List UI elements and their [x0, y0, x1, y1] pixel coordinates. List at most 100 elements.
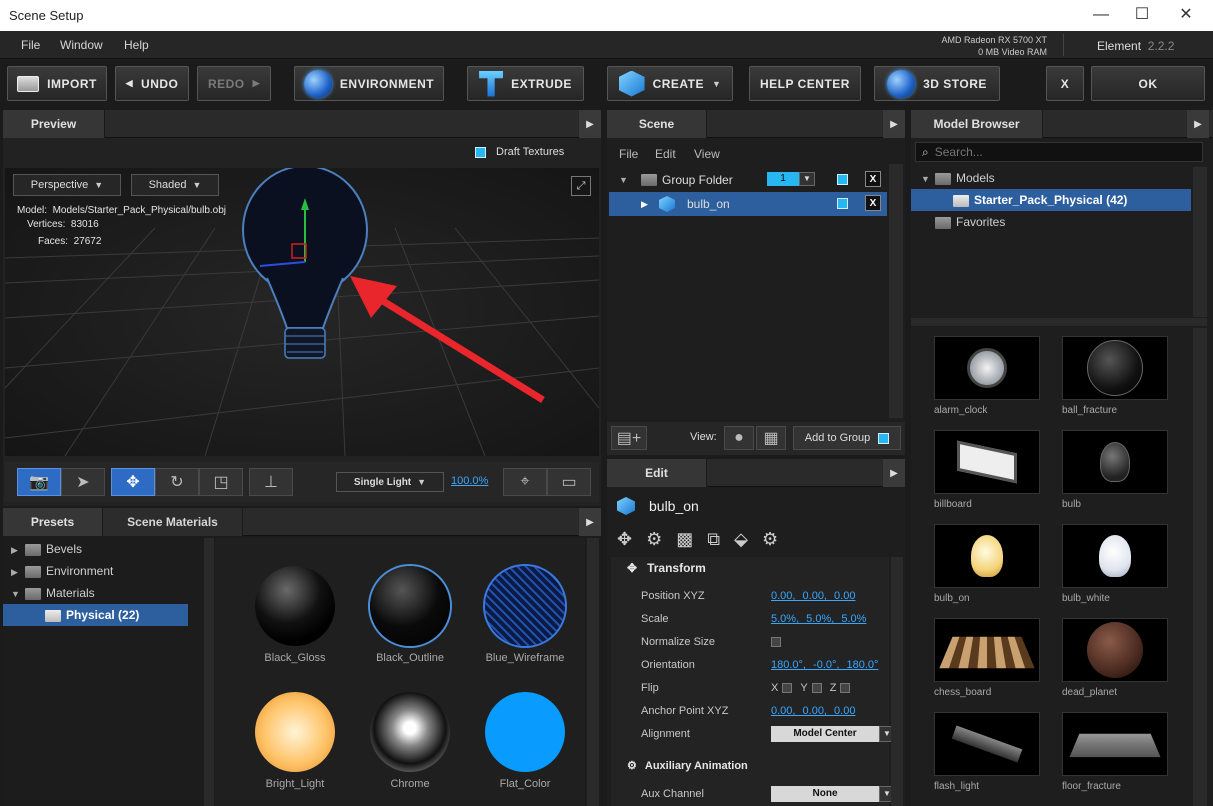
cancel-x-button[interactable]: X [1046, 66, 1084, 101]
tree-item-materials[interactable]: ▼ Materials [3, 582, 203, 604]
tree-item-bevels[interactable]: ▶ Bevels [3, 538, 203, 560]
material-chrome[interactable]: Chrome [350, 692, 470, 790]
environment-button[interactable]: ENVIRONMENT [294, 66, 444, 101]
delete-item-button[interactable]: X [865, 195, 881, 211]
sphere-view-icon[interactable]: ● [724, 426, 754, 450]
model-alarm-clock[interactable]: alarm_clock [934, 336, 1040, 416]
settings-gear-icon[interactable]: ⚙ [762, 529, 778, 550]
material-icon[interactable]: ▩ [676, 529, 693, 550]
panel-menu-arrow-icon[interactable]: ▶ [883, 110, 905, 138]
model-floor-fracture[interactable]: floor_fracture [1062, 712, 1168, 792]
tab-model-browser[interactable]: Model Browser [911, 110, 1043, 138]
transform-section[interactable]: ✥ Transform [627, 561, 706, 575]
mesh-icon[interactable]: ⧉ [707, 529, 720, 550]
expand-viewport-icon[interactable]: ⤢ [571, 176, 591, 196]
panel-menu-arrow-icon[interactable]: ▶ [883, 459, 905, 487]
group-number[interactable]: 1 [767, 172, 799, 186]
axis-icon[interactable]: ⊥ [249, 468, 293, 496]
extrude-button[interactable]: EXTRUDE [467, 66, 584, 101]
model-ball-fracture[interactable]: ball_fracture [1062, 336, 1168, 416]
texture-view-icon[interactable]: ▦ [756, 426, 786, 450]
aux-animation-section[interactable]: ⚙ Auxiliary Animation [627, 759, 748, 772]
splitter[interactable] [911, 318, 1207, 326]
search-box[interactable]: ⌕ [915, 142, 1203, 162]
normalize-checkbox[interactable] [771, 637, 781, 647]
material-bright-light[interactable]: Bright_Light [235, 692, 355, 790]
model-billboard[interactable]: billboard [934, 430, 1040, 510]
orientation-value[interactable]: 180.0°, -0.0°, 180.0° [771, 659, 878, 671]
tab-presets[interactable]: Presets [3, 508, 103, 536]
viewport-3d[interactable]: Perspective ▼ Shaded ▼ ⤢ Model: Models/Sta… [5, 168, 599, 456]
visibility-checkbox[interactable] [837, 174, 848, 185]
caret-down-icon[interactable]: ▼ [799, 172, 815, 186]
tree-item-environment[interactable]: ▶ Environment [3, 560, 203, 582]
scale-value[interactable]: 5.0%, 5.0%, 5.0% [771, 613, 866, 625]
materials-scrollbar[interactable] [587, 538, 599, 806]
tab-preview[interactable]: Preview [3, 110, 105, 138]
tree-item-models[interactable]: ▼ Models [911, 167, 1191, 189]
zoom-level[interactable]: 100.0% [451, 475, 488, 487]
material-blue-wireframe[interactable]: Blue_Wireframe [465, 566, 585, 664]
gears-icon[interactable]: ⚙ [646, 529, 662, 550]
draft-textures-checkbox[interactable] [475, 146, 486, 158]
delete-group-button[interactable]: X [865, 171, 881, 187]
panel-menu-arrow-icon[interactable]: ▶ [579, 110, 601, 138]
scene-item-bulb-on[interactable]: ▶ bulb_on X [609, 192, 887, 216]
close-window-button[interactable]: ✕ [1166, 0, 1206, 31]
material-black-outline[interactable]: Black_Outline [350, 566, 470, 664]
aux-channel-select[interactable]: None [771, 786, 879, 802]
model-bulb-white[interactable]: bulb_white [1062, 524, 1168, 604]
lighting-dropdown[interactable]: Single Light ▼ [336, 472, 444, 492]
anchor-value[interactable]: 0.00, 0.00, 0.00 [771, 705, 855, 717]
panel-menu-arrow-icon[interactable]: ▶ [579, 508, 601, 536]
bevel-icon[interactable]: ⬙ [734, 529, 748, 550]
material-flat-color[interactable]: Flat_Color [465, 692, 585, 790]
menu-file[interactable]: File [21, 38, 40, 52]
scene-menu-edit[interactable]: Edit [655, 147, 676, 161]
menu-window[interactable]: Window [60, 38, 103, 52]
tree-item-starter-pack[interactable]: Starter_Pack_Physical (42) [911, 189, 1191, 211]
transform-icon[interactable]: ✥ [617, 529, 632, 550]
model-flash-light[interactable]: flash_light [934, 712, 1040, 792]
model-chess-board[interactable]: chess_board [934, 618, 1040, 698]
create-button[interactable]: CREATE ▼ [607, 66, 733, 101]
shading-dropdown[interactable]: Shaded ▼ [131, 174, 219, 196]
position-value[interactable]: 0.00, 0.00, 0.00 [771, 590, 855, 602]
model-bulb[interactable]: bulb [1062, 430, 1168, 510]
screen-icon[interactable]: ▭ [547, 468, 591, 496]
tab-scene-materials[interactable]: Scene Materials [103, 508, 243, 536]
scene-scrollbar[interactable] [889, 164, 903, 418]
group-folder-row[interactable]: ▼ Group Folder 1 ▼ X [609, 168, 887, 192]
import-button[interactable]: IMPORT [7, 66, 107, 101]
tab-edit[interactable]: Edit [607, 459, 707, 487]
splitter[interactable] [204, 538, 214, 806]
model-dead-planet[interactable]: dead_planet [1062, 618, 1168, 698]
crosshair-icon[interactable]: ⌖ [503, 468, 547, 496]
redo-button[interactable]: REDO ▶ [197, 66, 271, 101]
flip-toggles[interactable]: XYZ [771, 682, 858, 694]
select-pointer-icon[interactable]: ➤ [61, 468, 105, 496]
menu-help[interactable]: Help [124, 38, 149, 52]
scale-icon[interactable]: ◳ [199, 468, 243, 496]
maximize-button[interactable]: ☐ [1122, 0, 1162, 31]
visibility-checkbox[interactable] [837, 198, 848, 209]
ok-button[interactable]: OK [1091, 66, 1205, 101]
alignment-select[interactable]: Model Center [771, 726, 879, 742]
draft-textures-toggle[interactable]: Draft Textures [475, 146, 564, 158]
model-bulb-on[interactable]: bulb_on [934, 524, 1040, 604]
models-scrollbar[interactable] [1193, 328, 1207, 806]
expand-icon[interactable]: ▶ [641, 199, 655, 210]
undo-button[interactable]: ◀ UNDO [115, 66, 189, 101]
minimize-button[interactable]: — [1081, 0, 1121, 31]
scene-menu-view[interactable]: View [694, 147, 720, 161]
search-input[interactable] [934, 145, 1185, 159]
tree-item-favorites[interactable]: Favorites [911, 211, 1191, 233]
projection-dropdown[interactable]: Perspective ▼ [13, 174, 121, 196]
rotate-icon[interactable]: ↻ [155, 468, 199, 496]
panel-menu-arrow-icon[interactable]: ▶ [1187, 110, 1209, 138]
tab-scene[interactable]: Scene [607, 110, 707, 138]
help-center-button[interactable]: HELP CENTER [749, 66, 861, 101]
tree-item-physical[interactable]: Physical (22) [3, 604, 188, 626]
edit-scrollbar[interactable] [891, 557, 903, 806]
scene-menu-file[interactable]: File [619, 147, 638, 161]
